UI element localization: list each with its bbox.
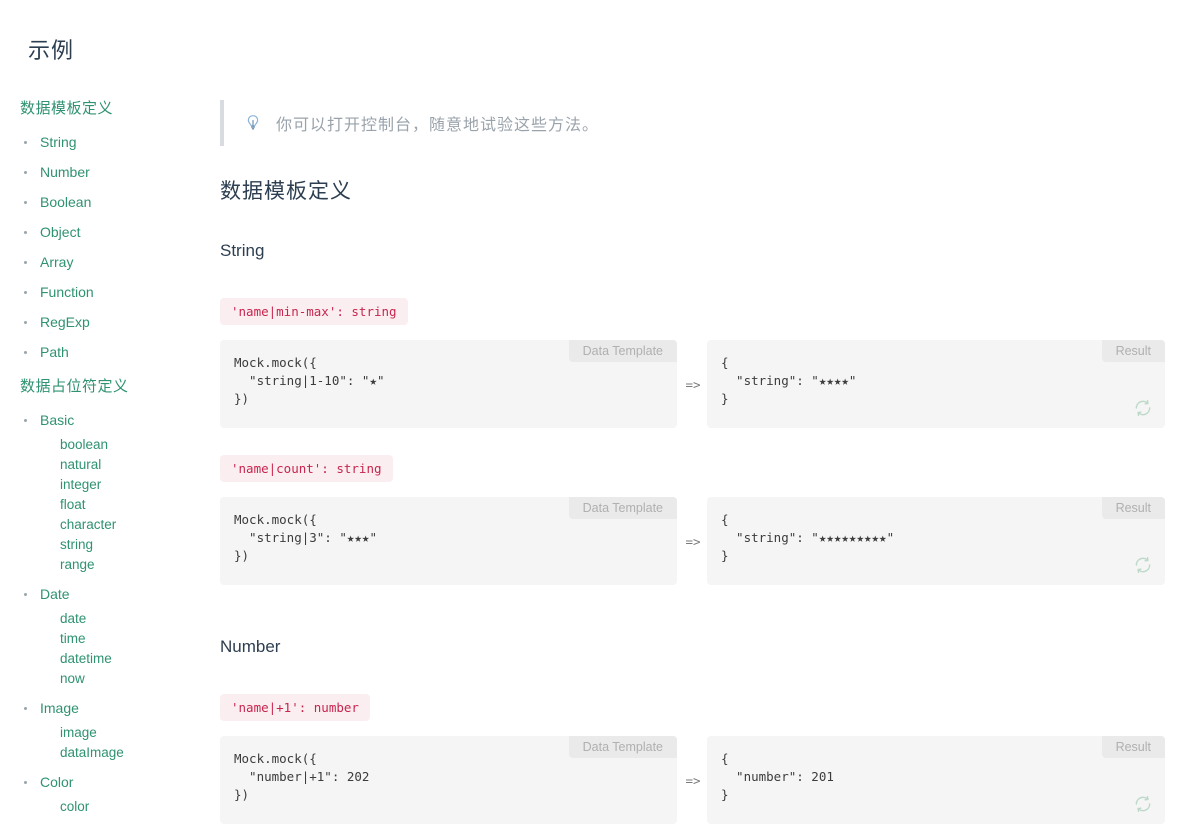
syntax-pill-count: 'name|count': string <box>220 455 393 482</box>
sidebar-item-label: Object <box>40 224 81 240</box>
lightbulb-icon <box>242 112 264 134</box>
sidebar-group-title-placeholders[interactable]: 数据占位符定义 <box>20 376 200 398</box>
sidebar-item-string[interactable]: String <box>20 127 200 157</box>
sidebar-subitem-float[interactable]: float <box>60 495 200 515</box>
sidebar-item-label: RegExp <box>40 314 90 330</box>
sidebar-item-label: Array <box>40 254 74 270</box>
sidebar-subitem-now[interactable]: now <box>60 669 200 689</box>
sidebar-subitem-dataimage[interactable]: dataImage <box>60 743 200 763</box>
sidebar-item-label: Path <box>40 344 69 360</box>
sidebar-subitem-time[interactable]: time <box>60 629 200 649</box>
sidebar-item-object[interactable]: Object <box>20 217 200 247</box>
sidebar-sublist-basic: boolean natural integer float character … <box>20 435 200 575</box>
sidebar-item-label: String <box>40 134 77 150</box>
arrow-separator: => <box>685 377 701 392</box>
subsection-heading-number: Number <box>220 637 281 656</box>
sidebar-item-regexp[interactable]: RegExp <box>20 307 200 337</box>
sidebar-sublist-image: image dataImage <box>20 723 200 763</box>
sidebar-item-label: Function <box>40 284 94 300</box>
sidebar-item-image[interactable]: Image <box>20 693 200 723</box>
sidebar-item-color[interactable]: Color <box>20 767 200 797</box>
result-code: { "number": 201 } <box>721 751 834 802</box>
example-row-min-max: Data Template Mock.mock({ "string|1-10":… <box>220 340 1199 428</box>
section-heading-data-template-definition: 数据模板定义 <box>220 180 352 203</box>
sidebar-group-title-templates[interactable]: 数据模板定义 <box>20 98 200 120</box>
result-panel: Result { "string": "★★★★" } <box>707 340 1165 428</box>
example-row-increment: Data Template Mock.mock({ "number|+1": 2… <box>220 736 1199 824</box>
sidebar-item-label: Number <box>40 164 90 180</box>
sidebar-item-path[interactable]: Path <box>20 337 200 367</box>
result-tab-label: Result <box>1101 736 1165 758</box>
result-code: { "string": "★★★★" } <box>721 355 857 406</box>
sidebar-subitem-boolean[interactable]: boolean <box>60 435 200 455</box>
sidebar-item-basic[interactable]: Basic <box>20 405 200 435</box>
syntax-pill-increment: 'name|+1': number <box>220 694 370 721</box>
sidebar-item-boolean[interactable]: Boolean <box>20 187 200 217</box>
sidebar-subitem-date[interactable]: date <box>60 609 200 629</box>
sidebar: 数据模板定义 String Number Boolean Object Arra… <box>0 98 200 817</box>
tip-text: 你可以打开控制台，随意地试验这些方法。 <box>276 117 600 134</box>
subsection-heading-string: String <box>220 241 265 260</box>
result-panel: Result { "string": "★★★★★★★★★" } <box>707 497 1165 585</box>
arrow-separator: => <box>685 534 701 549</box>
refresh-icon[interactable] <box>1133 555 1153 575</box>
sidebar-item-date[interactable]: Date <box>20 579 200 609</box>
result-code: { "string": "★★★★★★★★★" } <box>721 512 895 563</box>
example-row-count: Data Template Mock.mock({ "string|3": "★… <box>220 497 1199 585</box>
sidebar-item-label: Basic <box>40 412 75 428</box>
sidebar-subitem-datetime[interactable]: datetime <box>60 649 200 669</box>
sidebar-subitem-image[interactable]: image <box>60 723 200 743</box>
sidebar-subitem-natural[interactable]: natural <box>60 455 200 475</box>
sidebar-item-label: Color <box>40 774 74 790</box>
data-template-tab-label: Data Template <box>568 497 677 519</box>
data-template-panel: Data Template Mock.mock({ "string|1-10":… <box>220 340 677 428</box>
sidebar-subitem-color[interactable]: color <box>60 797 200 817</box>
result-panel: Result { "number": 201 } <box>707 736 1165 824</box>
sidebar-sublist-color: color <box>20 797 200 817</box>
result-tab-label: Result <box>1101 497 1165 519</box>
tip-banner: 你可以打开控制台，随意地试验这些方法。 <box>220 100 599 146</box>
result-tab-label: Result <box>1101 340 1165 362</box>
refresh-icon[interactable] <box>1133 794 1153 814</box>
page-title: 示例 <box>28 38 75 63</box>
data-template-tab-label: Data Template <box>568 340 677 362</box>
sidebar-list-placeholders: Basic boolean natural integer float char… <box>20 405 200 817</box>
sidebar-subitem-integer[interactable]: integer <box>60 475 200 495</box>
data-template-panel: Data Template Mock.mock({ "number|+1": 2… <box>220 736 677 824</box>
sidebar-item-label: Boolean <box>40 194 92 210</box>
sidebar-subitem-range[interactable]: range <box>60 555 200 575</box>
sidebar-item-function[interactable]: Function <box>20 277 200 307</box>
data-template-tab-label: Data Template <box>568 736 677 758</box>
sidebar-sublist-date: date time datetime now <box>20 609 200 689</box>
sidebar-item-label: Date <box>40 586 70 602</box>
main-content: 你可以打开控制台，随意地试验这些方法。 数据模板定义 String 'name|… <box>220 0 1199 833</box>
refresh-icon[interactable] <box>1133 398 1153 418</box>
syntax-pill-min-max: 'name|min-max': string <box>220 298 408 325</box>
sidebar-item-number[interactable]: Number <box>20 157 200 187</box>
sidebar-item-label: Image <box>40 700 79 716</box>
sidebar-subitem-string[interactable]: string <box>60 535 200 555</box>
sidebar-list-templates: String Number Boolean Object Array Funct… <box>20 127 200 367</box>
sidebar-subitem-character[interactable]: character <box>60 515 200 535</box>
arrow-separator: => <box>685 773 701 788</box>
data-template-panel: Data Template Mock.mock({ "string|3": "★… <box>220 497 677 585</box>
sidebar-item-array[interactable]: Array <box>20 247 200 277</box>
